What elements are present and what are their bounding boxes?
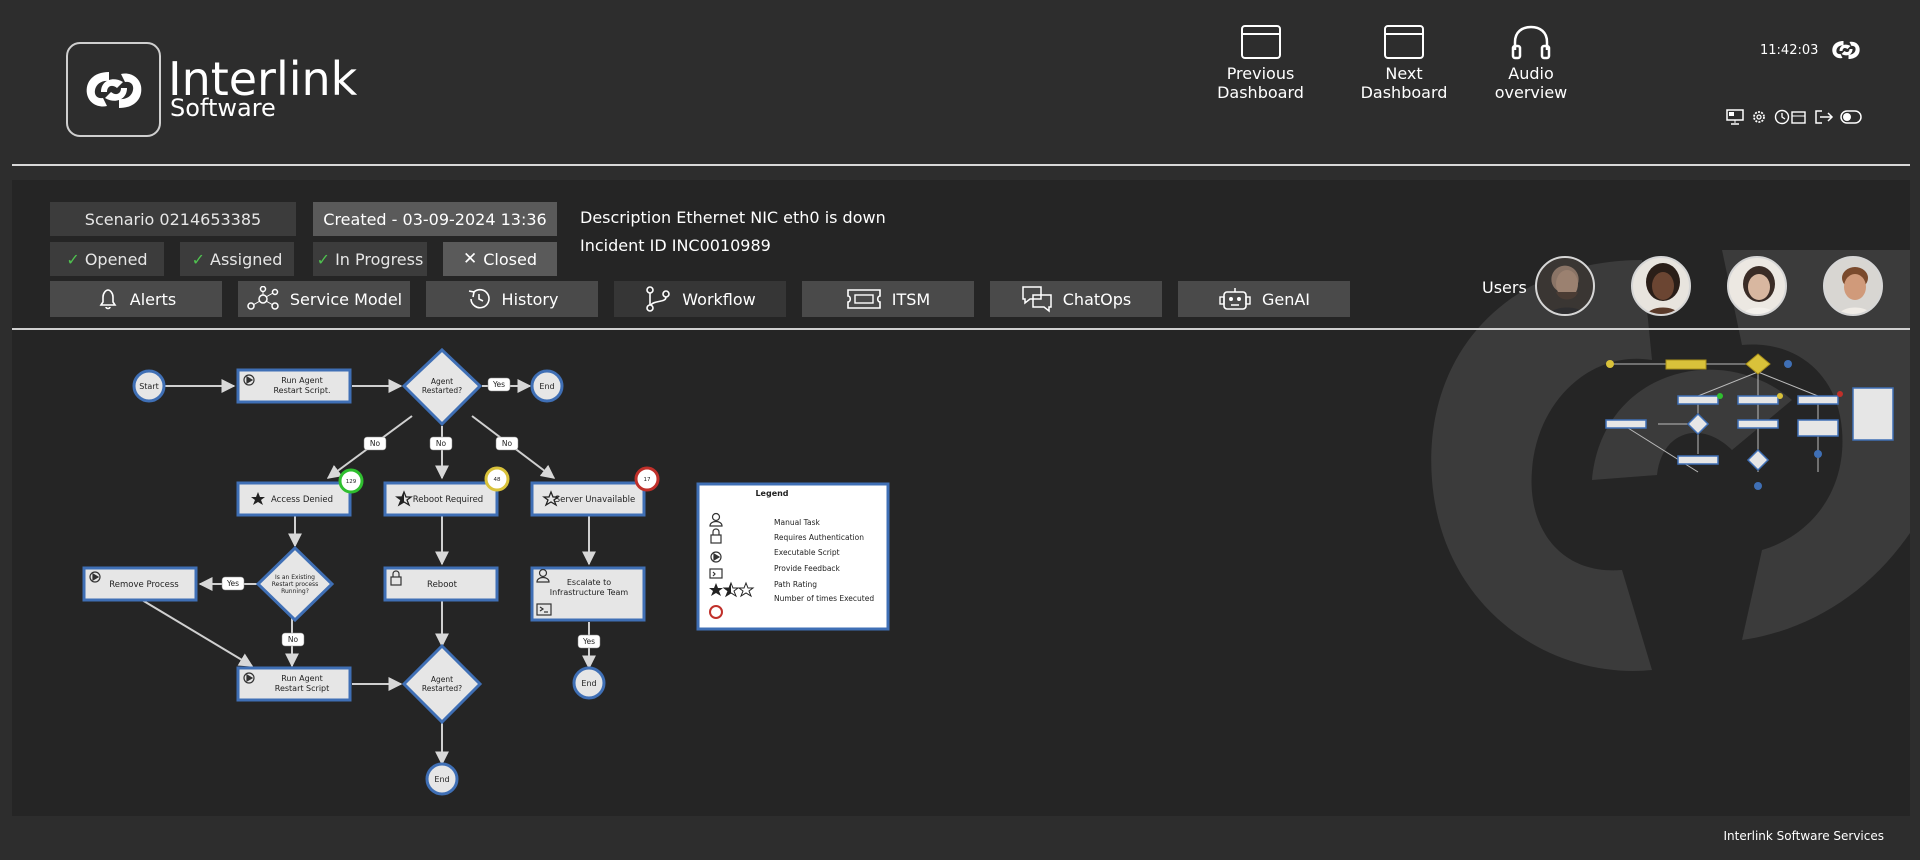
escalate-line2: Infrastructure Team <box>550 588 629 597</box>
window-icon <box>1240 25 1281 59</box>
run-agent-line2: Restart Script. <box>273 386 330 395</box>
monitor-icon[interactable] <box>1726 109 1744 125</box>
edge-label-no: No <box>370 439 381 448</box>
tab-chatops[interactable]: ChatOps <box>990 281 1162 317</box>
scenario-panel: Scenario 0214653385 Created - 03-09-2024… <box>12 180 1910 816</box>
legend-item: Manual Task <box>774 518 820 527</box>
execution-count-badge: 48 <box>494 477 501 483</box>
robot-icon <box>1219 288 1251 310</box>
tab-genai-label: GenAI <box>1261 289 1311 309</box>
previous-dashboard-button[interactable]: Previous Dashboard <box>1188 24 1333 102</box>
legend-item: Requires Authentication <box>774 533 864 542</box>
end-node[interactable]: End <box>581 679 596 688</box>
interlink-small-icon <box>1826 36 1866 69</box>
gear-icon[interactable] <box>1750 108 1768 126</box>
existing-line2: Restart process <box>272 581 319 588</box>
execution-count-badge: 129 <box>346 479 357 485</box>
decision-line1: Agent <box>431 377 453 386</box>
chat-icon <box>1022 286 1052 313</box>
existing-line3: Running? <box>281 588 309 595</box>
escalate-line1: Escalate to <box>567 578 611 587</box>
end-node[interactable]: End <box>434 775 449 784</box>
edge-label-yes: Yes <box>226 579 239 588</box>
toggle-icon[interactable] <box>1840 110 1862 124</box>
decision-line2: Restarted? <box>422 684 462 693</box>
audio-overview-label: Audio overview <box>1494 64 1568 102</box>
execution-count-badge: 17 <box>644 477 651 483</box>
svg-text:Run AgentRestart Script.: Run Agent Restart Script. <box>273 376 330 395</box>
legend-item: Executable Script <box>774 548 840 557</box>
previous-dashboard-label: Previous Dashboard <box>1217 64 1304 102</box>
edge-label-yes: Yes <box>492 380 505 389</box>
avatar[interactable] <box>1631 256 1691 316</box>
footer-text: Interlink Software Services <box>1723 829 1884 843</box>
legend-item: Path Rating <box>774 580 817 589</box>
remove-process-node[interactable]: Remove Process <box>109 580 179 590</box>
edge-label-no: No <box>436 439 447 448</box>
start-node[interactable]: Start <box>139 382 159 391</box>
header-divider <box>12 164 1910 166</box>
logout-icon[interactable] <box>1814 109 1834 125</box>
tab-genai[interactable]: GenAI <box>1178 281 1350 317</box>
server-unavailable-node[interactable]: Server Unavailable <box>555 495 636 505</box>
edge-label-yes: Yes <box>582 637 595 646</box>
toolbar-icons <box>1726 108 1862 126</box>
interlink-logo-icon <box>86 71 141 108</box>
next-dashboard-label: Next Dashboard <box>1360 64 1448 102</box>
next-dashboard-button[interactable]: Next Dashboard <box>1343 24 1465 102</box>
avatar[interactable] <box>1823 256 1883 316</box>
avatar[interactable] <box>1727 256 1787 316</box>
audio-overview-button[interactable]: Audio overview <box>1473 24 1589 102</box>
svg-text:Run AgentRestart Script: Run Agent Restart Script <box>275 674 330 693</box>
legend-item: Number of times Executed <box>774 594 874 603</box>
brand-logo <box>66 42 161 137</box>
headphones-icon <box>1511 25 1551 60</box>
avatar[interactable] <box>1535 256 1595 316</box>
run-agent-line1: Run Agent <box>281 376 323 385</box>
users-label: Users <box>1482 278 1527 297</box>
access-denied-node[interactable]: Access Denied <box>271 495 333 505</box>
edge-label-no: No <box>288 635 299 644</box>
clock: 11:42:03 <box>1760 43 1819 58</box>
decision-line1: Agent <box>431 675 453 684</box>
window-icon <box>1384 25 1424 59</box>
reboot-required-node[interactable]: Reboot Required <box>413 495 483 505</box>
schedule-icon[interactable] <box>1774 109 1808 125</box>
existing-line1: Is an Existing <box>275 574 315 581</box>
workflow-diagram: Start End End End Run Agent Restart Scri… <box>82 347 890 796</box>
decision-line2: Restarted? <box>422 386 462 395</box>
edge-label-no: No <box>502 439 513 448</box>
legend-title: Legend <box>755 489 788 498</box>
reboot-node[interactable]: Reboot <box>427 580 458 590</box>
workflow-minimap[interactable] <box>1598 350 1898 510</box>
end-node[interactable]: End <box>539 382 554 391</box>
run-agent-line1: Run Agent <box>281 674 323 683</box>
run-agent-line2: Restart Script <box>275 684 330 693</box>
tab-chatops-label: ChatOps <box>1062 289 1132 309</box>
brand-subtitle: Software <box>170 94 276 122</box>
legend-item: Provide Feedback <box>774 564 841 573</box>
